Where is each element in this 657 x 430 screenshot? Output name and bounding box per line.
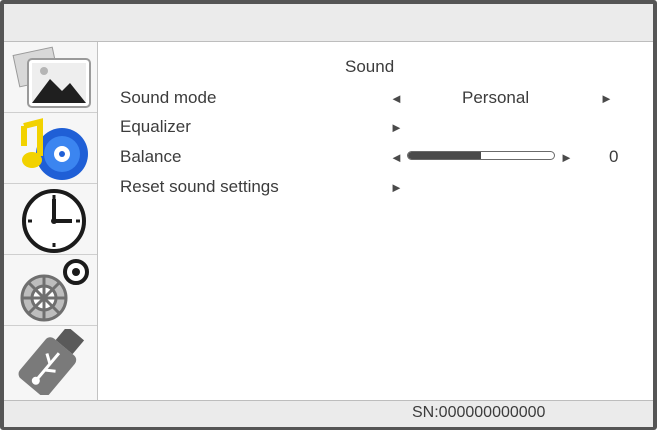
menu-row-sound-mode[interactable]: Sound mode ◄ Personal ► bbox=[120, 88, 630, 110]
serial-number: SN:000000000000 bbox=[412, 404, 546, 421]
menu-row-balance[interactable]: Balance ◄ ► 0 bbox=[120, 147, 630, 169]
tab-setup[interactable] bbox=[4, 255, 97, 326]
balance-value: 0 bbox=[609, 147, 619, 166]
right-arrow-icon[interactable]: ► bbox=[600, 90, 613, 107]
tab-usb[interactable] bbox=[4, 326, 97, 397]
menu-row-equalizer[interactable]: Equalizer ► bbox=[120, 117, 630, 139]
tab-time[interactable] bbox=[4, 184, 97, 255]
menu-row-reset-sound[interactable]: Reset sound settings ► bbox=[120, 177, 630, 199]
top-bar bbox=[4, 4, 653, 42]
usb-icon bbox=[18, 329, 85, 395]
balance-label: Balance bbox=[120, 147, 182, 166]
clock-icon bbox=[22, 189, 86, 253]
equalizer-label: Equalizer bbox=[120, 117, 191, 136]
balance-slider[interactable] bbox=[407, 151, 555, 160]
balance-slider-fill bbox=[408, 152, 481, 159]
sound-mode-value: Personal bbox=[462, 88, 530, 107]
sound-mode-label: Sound mode bbox=[120, 88, 217, 107]
settings-gears-icon bbox=[20, 259, 89, 322]
menu-title: Sound bbox=[345, 57, 395, 76]
tab-picture[interactable] bbox=[4, 42, 97, 113]
picture-icon bbox=[12, 46, 91, 108]
right-arrow-icon[interactable]: ► bbox=[560, 149, 573, 166]
left-arrow-icon[interactable]: ◄ bbox=[390, 149, 403, 166]
status-bar bbox=[4, 400, 653, 427]
right-arrow-icon[interactable]: ► bbox=[390, 179, 403, 196]
reset-sound-label: Reset sound settings bbox=[120, 177, 279, 196]
music-icon bbox=[21, 118, 88, 180]
tab-sound[interactable] bbox=[4, 113, 97, 184]
right-arrow-icon[interactable]: ► bbox=[390, 119, 403, 136]
left-arrow-icon[interactable]: ◄ bbox=[390, 90, 403, 107]
category-sidebar bbox=[4, 42, 98, 400]
